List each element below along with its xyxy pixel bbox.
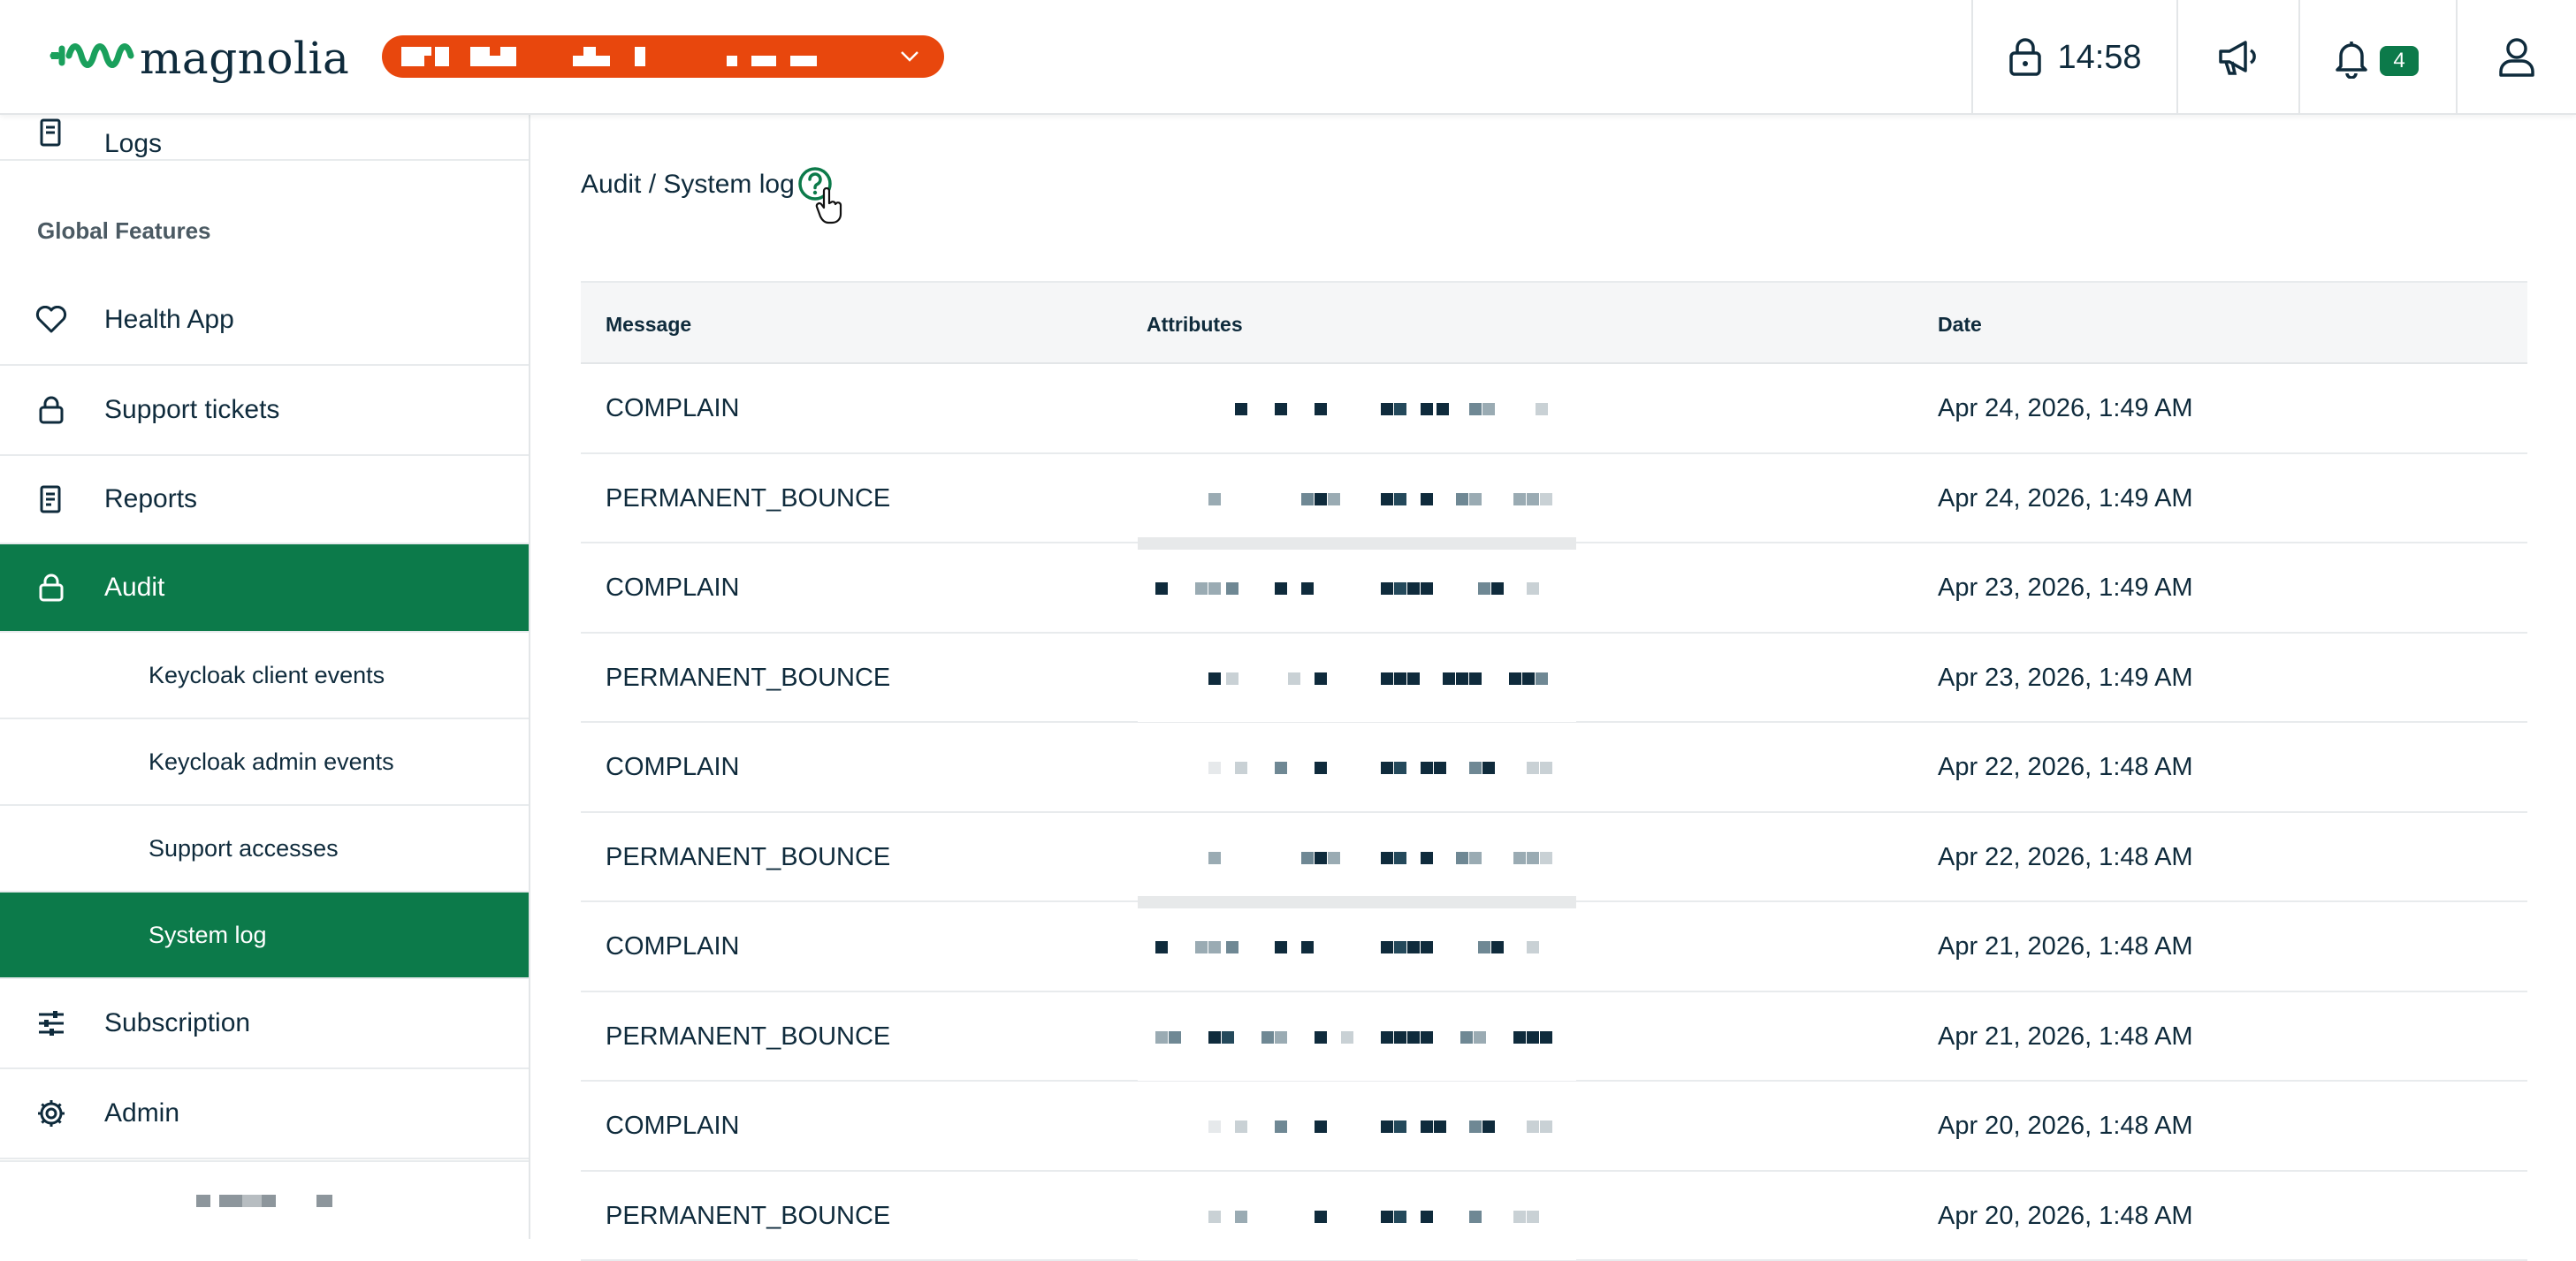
table-header: Message Attributes Date <box>581 281 2527 364</box>
sidebar-item-support-tickets[interactable]: Support tickets <box>0 366 529 456</box>
user-menu-button[interactable] <box>2456 0 2576 115</box>
cell-date: Apr 23, 2026, 1:49 AM <box>1938 664 2193 693</box>
cell-date: Apr 22, 2026, 1:48 AM <box>1938 843 2193 872</box>
sidebar-item-label: Keycloak client events <box>149 662 385 689</box>
megaphone-icon <box>2217 38 2260 77</box>
environment-name-redacted <box>401 47 817 66</box>
cell-message: COMPLAIN <box>606 753 739 782</box>
sidebar-item-label: Support tickets <box>104 395 279 425</box>
sidebar-subitem-support-accesses[interactable]: Support accesses <box>0 806 529 893</box>
cell-date: Apr 21, 2026, 1:48 AM <box>1938 1022 2193 1052</box>
sidebar-item-label: Subscription <box>104 1008 250 1038</box>
hand-cursor-icon <box>815 187 845 226</box>
gear-icon <box>35 1098 67 1129</box>
sidebar-subitem-keycloak-admin-events[interactable]: Keycloak admin events <box>0 719 529 806</box>
table-row[interactable]: PERMANENT_BOUNCE Apr 21, 2026, 1:48 AM <box>581 992 2527 1082</box>
table-row[interactable]: COMPLAIN Apr 20, 2026, 1:48 AM <box>581 1082 2527 1172</box>
cell-message: PERMANENT_BOUNCE <box>606 1202 890 1231</box>
sidebar-item-subscription[interactable]: Subscription <box>0 979 529 1069</box>
cell-date: Apr 22, 2026, 1:48 AM <box>1938 753 2193 782</box>
cell-message: COMPLAIN <box>606 394 739 423</box>
sidebar-item-reports[interactable]: Reports <box>0 456 529 544</box>
magnolia-logo-icon <box>50 36 136 80</box>
sidebar-item-label: Reports <box>104 484 197 514</box>
announcements-button[interactable] <box>2176 0 2298 115</box>
sidebar-subitem-keycloak-client-events[interactable]: Keycloak client events <box>0 633 529 719</box>
cell-attributes-redacted <box>1138 1172 1576 1260</box>
cell-message: PERMANENT_BOUNCE <box>606 484 890 513</box>
notification-count-badge: 4 <box>2380 46 2419 76</box>
column-header-attributes[interactable]: Attributes <box>1147 313 1243 337</box>
sidebar-item-label: System log <box>149 922 267 949</box>
sidebar-subitem-system-log[interactable]: System log <box>0 893 529 979</box>
cell-message: PERMANENT_BOUNCE <box>606 843 890 872</box>
table-row[interactable]: COMPLAIN Apr 22, 2026, 1:48 AM <box>581 723 2527 813</box>
session-time: 14:58 <box>2057 39 2141 77</box>
user-icon <box>2497 36 2536 79</box>
cell-date: Apr 21, 2026, 1:48 AM <box>1938 932 2193 961</box>
environment-selector[interactable] <box>382 35 944 78</box>
cell-attributes-redacted <box>1138 634 1576 722</box>
breadcrumb: Audit / System log <box>581 170 795 200</box>
table-row[interactable]: COMPLAIN Apr 24, 2026, 1:49 AM <box>581 364 2527 454</box>
table-row[interactable]: PERMANENT_BOUNCE Apr 23, 2026, 1:49 AM <box>581 634 2527 724</box>
sidebar-item-admin[interactable]: Admin <box>0 1069 529 1159</box>
cell-attributes-redacted <box>1138 902 1576 991</box>
sidebar-item-audit[interactable]: Audit <box>0 544 529 633</box>
session-timer[interactable]: 14:58 <box>1971 0 2176 115</box>
lock-icon <box>35 394 67 426</box>
sidebar: Logs Global Features Health App Support … <box>0 115 530 1239</box>
sidebar-footer-redacted <box>0 1160 529 1239</box>
table-row[interactable]: PERMANENT_BOUNCE Apr 20, 2026, 1:48 AM <box>581 1172 2527 1261</box>
sliders-icon <box>35 1007 67 1039</box>
cell-attributes-redacted <box>1138 813 1576 901</box>
cell-attributes-redacted <box>1138 364 1576 452</box>
document-icon <box>35 117 67 148</box>
cell-attributes-redacted <box>1138 454 1576 543</box>
cell-attributes-redacted <box>1138 723 1576 811</box>
cell-attributes-redacted <box>1138 992 1576 1081</box>
column-header-date[interactable]: Date <box>1938 313 1982 337</box>
cell-attributes-redacted <box>1138 1082 1576 1170</box>
magnolia-logo[interactable]: magnolia <box>50 25 349 92</box>
section-title-global-features: Global Features <box>37 217 211 245</box>
cell-message: PERMANENT_BOUNCE <box>606 664 890 693</box>
system-log-table: Message Attributes Date COMPLAIN Apr 24, … <box>581 281 2527 1261</box>
sidebar-item-logs[interactable]: Logs <box>0 115 529 161</box>
sidebar-item-label: Health App <box>104 305 234 335</box>
column-header-message[interactable]: Message <box>606 313 691 337</box>
cell-date: Apr 20, 2026, 1:48 AM <box>1938 1202 2193 1231</box>
cell-date: Apr 20, 2026, 1:48 AM <box>1938 1112 2193 1141</box>
sidebar-item-label: Admin <box>104 1098 179 1128</box>
top-bar: magnolia <box>0 0 2576 115</box>
report-icon <box>35 483 67 515</box>
cell-attributes-redacted <box>1138 543 1576 632</box>
table-row[interactable]: COMPLAIN Apr 21, 2026, 1:48 AM <box>581 902 2527 992</box>
lock-icon <box>35 572 67 604</box>
table-row[interactable]: COMPLAIN Apr 23, 2026, 1:49 AM <box>581 543 2527 634</box>
bell-icon <box>2334 36 2369 79</box>
attributes-divider <box>1138 896 1576 908</box>
cell-message: COMPLAIN <box>606 932 739 961</box>
table-row[interactable]: PERMANENT_BOUNCE Apr 22, 2026, 1:48 AM <box>581 813 2527 903</box>
cell-message: COMPLAIN <box>606 1112 739 1141</box>
sidebar-item-label: Support accesses <box>149 835 339 862</box>
chevron-down-icon <box>898 44 921 67</box>
cell-message: COMPLAIN <box>606 574 739 603</box>
cell-date: Apr 24, 2026, 1:49 AM <box>1938 394 2193 423</box>
notifications-button[interactable]: 4 <box>2298 0 2456 115</box>
sidebar-item-label: Audit <box>104 573 164 603</box>
main-content: Audit / System log Message Attributes Da… <box>530 115 2576 1239</box>
brand-name: magnolia <box>140 33 349 84</box>
heart-icon <box>35 304 67 336</box>
cell-date: Apr 23, 2026, 1:49 AM <box>1938 574 2193 603</box>
sidebar-item-label: Keycloak admin events <box>149 748 394 776</box>
cell-message: PERMANENT_BOUNCE <box>606 1022 890 1052</box>
cell-date: Apr 24, 2026, 1:49 AM <box>1938 484 2193 513</box>
attributes-divider <box>1138 537 1576 550</box>
table-row[interactable]: PERMANENT_BOUNCE Apr 24, 2026, 1:49 AM <box>581 454 2527 544</box>
sidebar-item-label: Logs <box>104 129 162 159</box>
sidebar-item-health-app[interactable]: Health App <box>0 276 529 366</box>
lock-icon <box>2008 37 2043 78</box>
